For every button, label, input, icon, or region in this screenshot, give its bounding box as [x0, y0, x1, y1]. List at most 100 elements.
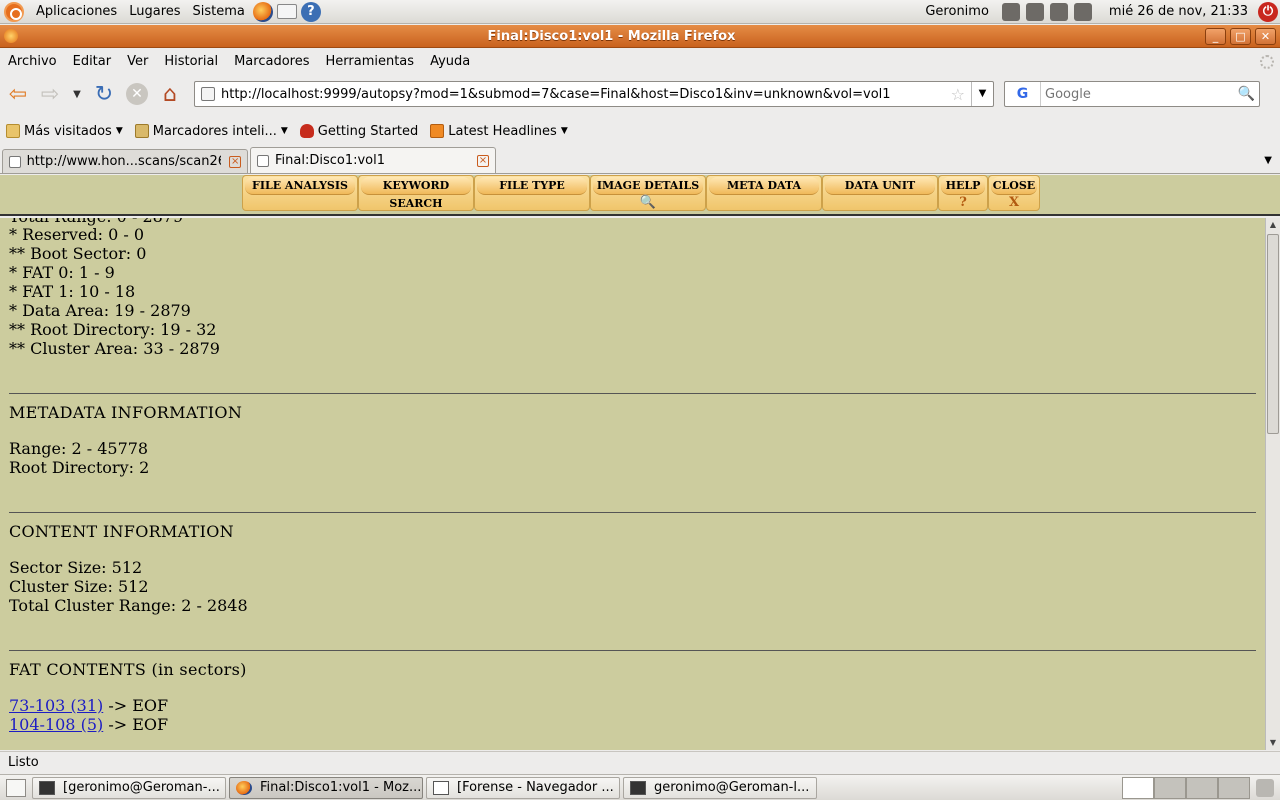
minimize-button[interactable]: _ — [1205, 27, 1226, 45]
network-tray-icon[interactable] — [1049, 2, 1068, 21]
content-scrollbar[interactable]: ▲ ▼ — [1265, 218, 1280, 750]
autopsy-header: FILE ANALYSIS KEYWORD SEARCH FILE TYPE I… — [0, 175, 1280, 216]
menu-editar[interactable]: Editar — [65, 54, 120, 69]
taskbar-item-terminal-1[interactable]: [geronimo@Geroman-... — [32, 776, 226, 799]
menu-herramientas[interactable]: Herramientas — [318, 54, 423, 69]
back-arrow-icon[interactable]: ⇦ — [4, 80, 32, 108]
button-label: META DATA — [709, 177, 819, 195]
content-info-line: Sector Size: 512 — [9, 558, 143, 577]
menu-ver[interactable]: Ver — [119, 54, 156, 69]
task-label: [geronimo@Geroman-... — [63, 780, 220, 795]
bookmark-most-visited[interactable]: Más visitados ▼ — [0, 124, 129, 139]
home-icon[interactable]: ⌂ — [156, 80, 184, 108]
workspace-1[interactable] — [1122, 776, 1154, 799]
bookmark-getting-started[interactable]: Getting Started — [294, 124, 425, 139]
fat-range-link[interactable]: 104-108 (5) — [9, 715, 103, 734]
firefox-launcher-icon[interactable] — [252, 1, 273, 22]
help-launcher-icon[interactable]: ? — [300, 1, 321, 22]
history-dropdown-icon[interactable]: ▼ — [68, 80, 86, 108]
task-label: [Forense - Navegador ... — [457, 780, 614, 795]
tab-list-dropdown-icon[interactable]: ▼ — [1264, 155, 1272, 166]
menu-historial[interactable]: Historial — [156, 54, 226, 69]
bookmarks-toolbar: Más visitados ▼ Marcadores inteli... ▼ G… — [0, 118, 1280, 144]
tab-label: http://www.hon...scans/scan26/ — [26, 154, 222, 169]
close-button[interactable]: CLOSE X — [988, 175, 1040, 211]
search-icon[interactable]: 🔍 — [1234, 86, 1259, 102]
stop-icon[interactable]: ✕ — [126, 83, 148, 105]
window-title: Final:Disco1:vol1 - Mozilla Firefox — [487, 28, 736, 44]
scroll-down-arrow-icon[interactable]: ▼ — [1266, 736, 1280, 750]
help-button[interactable]: HELP ? — [938, 175, 988, 211]
panel-menu-applications[interactable]: Aplicaciones — [30, 0, 123, 24]
file-type-button[interactable]: FILE TYPE — [474, 175, 590, 211]
layout-line: ** Boot Sector: 0 — [9, 244, 147, 263]
taskbar-item-terminal-2[interactable]: geronimo@Geroman-l... — [623, 776, 817, 799]
close-window-button[interactable]: ✕ — [1255, 27, 1276, 45]
taskbar-item-firefox[interactable]: Final:Disco1:vol1 - Moz... — [229, 776, 423, 799]
bookmark-smart-bookmarks[interactable]: Marcadores inteli... ▼ — [129, 124, 294, 139]
image-details-content: Total Range: 0 - 2879 * Reserved: 0 - 0 … — [0, 218, 1265, 750]
volume-tray-icon[interactable] — [1073, 2, 1092, 21]
tab-scan26[interactable]: http://www.hon...scans/scan26/ × — [2, 149, 248, 173]
content-info-line: Total Cluster Range: 2 - 2848 — [9, 596, 248, 615]
search-bar[interactable]: G 🔍 — [1004, 81, 1260, 107]
document-icon — [433, 780, 449, 795]
mail-launcher-icon[interactable] — [276, 4, 297, 19]
bookmark-label: Marcadores inteli... — [152, 123, 277, 139]
taskbar-item-file-browser[interactable]: [Forense - Navegador ... — [426, 776, 620, 799]
close-tab-icon[interactable]: × — [229, 155, 241, 168]
panel-menu-system[interactable]: Sistema — [187, 0, 251, 24]
maximize-button[interactable]: □ — [1230, 27, 1251, 45]
menu-archivo[interactable]: Archivo — [0, 54, 65, 69]
search-input[interactable] — [1041, 86, 1234, 102]
workspace-3[interactable] — [1186, 776, 1218, 799]
tab-autopsy[interactable]: Final:Disco1:vol1 × — [250, 147, 496, 173]
url-input[interactable]: http://localhost:9999/autopsy?mod=1&subm… — [221, 87, 945, 102]
panel-clock[interactable]: mié 26 de nov, 21:33 — [1095, 4, 1254, 19]
scrollbar-thumb[interactable] — [1267, 234, 1279, 434]
show-desktop-icon[interactable] — [6, 778, 26, 797]
task-label: Final:Disco1:vol1 - Moz... — [260, 780, 422, 795]
url-bar[interactable]: http://localhost:9999/autopsy?mod=1&subm… — [194, 81, 994, 107]
menu-ayuda[interactable]: Ayuda — [422, 54, 478, 69]
file-analysis-button[interactable]: FILE ANALYSIS — [242, 175, 358, 211]
ubuntu-logo-icon[interactable] — [4, 1, 24, 22]
data-unit-button[interactable]: DATA UNIT — [822, 175, 938, 211]
folder-icon — [134, 124, 149, 138]
power-icon[interactable]: ⏻ — [1258, 1, 1278, 22]
meta-data-button[interactable]: META DATA — [706, 175, 822, 211]
forward-arrow-icon[interactable]: ⇨ — [36, 80, 64, 108]
fat-row: 73-103 (31) -> EOF — [9, 696, 168, 715]
url-dropdown-icon[interactable]: ▼ — [971, 82, 993, 106]
firefox-window-icon[interactable] — [4, 29, 18, 43]
button-label: DATA UNIT — [825, 177, 935, 195]
section-divider — [9, 650, 1256, 651]
fat-range-link[interactable]: 73-103 (31) — [9, 696, 103, 715]
trash-icon[interactable] — [1256, 778, 1274, 797]
layout-line: ** Cluster Area: 33 - 2879 — [9, 339, 220, 358]
bookmark-label: Más visitados — [24, 123, 112, 139]
menu-marcadores[interactable]: Marcadores — [226, 54, 317, 69]
workspace-4[interactable] — [1218, 776, 1250, 799]
keyword-search-button[interactable]: KEYWORD SEARCH — [358, 175, 474, 211]
battery-tray-icon[interactable] — [1025, 2, 1044, 21]
window-title-bar[interactable]: Final:Disco1:vol1 - Mozilla Firefox _ □ … — [0, 25, 1280, 48]
button-glyph — [707, 195, 821, 211]
button-glyph — [475, 195, 589, 211]
scroll-up-arrow-icon[interactable]: ▲ — [1266, 218, 1280, 232]
workspace-switcher[interactable] — [1122, 776, 1250, 799]
close-tab-icon[interactable]: × — [477, 154, 489, 167]
workspace-2[interactable] — [1154, 776, 1186, 799]
reload-icon[interactable]: ↻ — [90, 80, 118, 108]
bookmark-label: Getting Started — [317, 123, 419, 139]
terminal-icon — [39, 780, 55, 795]
update-tray-icon[interactable] — [1001, 2, 1020, 21]
site-identity-icon[interactable] — [201, 87, 215, 101]
section-divider — [9, 393, 1256, 394]
panel-menu-places[interactable]: Lugares — [123, 0, 186, 24]
bookmark-star-icon[interactable]: ☆ — [945, 85, 971, 104]
panel-user-name[interactable]: Geronimo — [915, 4, 999, 19]
bookmark-latest-headlines[interactable]: Latest Headlines ▼ — [424, 124, 573, 139]
image-details-button[interactable]: IMAGE DETAILS 🔍 — [590, 175, 706, 211]
search-engine-icon[interactable]: G — [1005, 82, 1041, 106]
